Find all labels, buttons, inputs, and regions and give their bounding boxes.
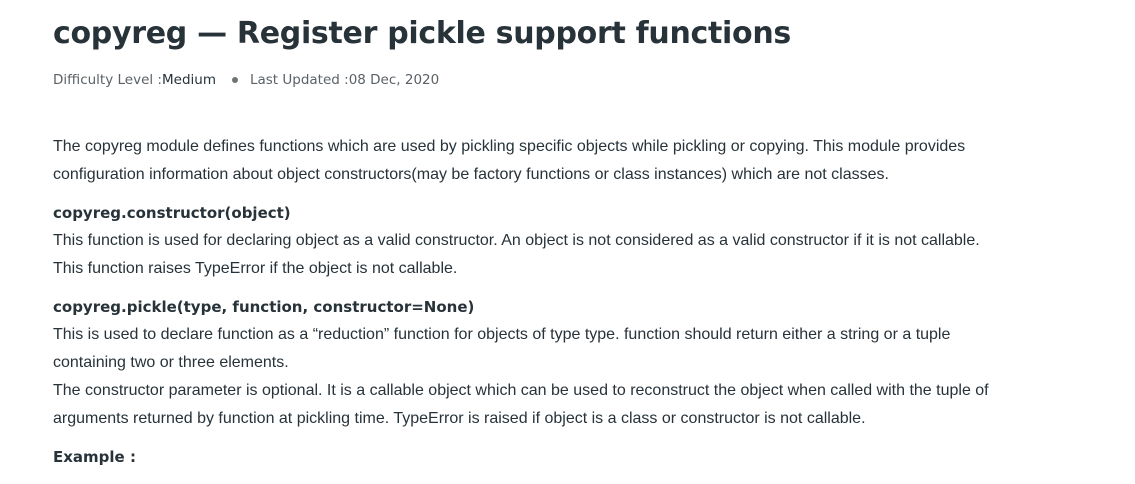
article-content: The copyreg module defines functions whi… bbox=[53, 133, 1093, 471]
pickle-desc-line-2: containing two or three elements. bbox=[53, 354, 289, 371]
constructor-desc-line-1: This function is used for declaring obje… bbox=[53, 232, 980, 249]
updated-value: 08 Dec, 2020 bbox=[348, 72, 440, 88]
pickle-signature: copyreg.pickle(type, function, construct… bbox=[53, 298, 475, 316]
difficulty-label: Difficulty Level : bbox=[53, 72, 162, 88]
pickle-desc-line-4: arguments returned by function at pickli… bbox=[53, 410, 866, 427]
separator-dot-icon bbox=[231, 77, 238, 83]
page-title: copyreg — Register pickle support functi… bbox=[53, 16, 791, 51]
constructor-desc-line-2: This function raises TypeError if the ob… bbox=[53, 260, 458, 277]
example-heading: Example : bbox=[53, 448, 136, 466]
pickle-desc-line-1: This is used to declare function as a “r… bbox=[53, 326, 951, 343]
intro-line-1: The copyreg module defines functions whi… bbox=[53, 138, 966, 155]
article-meta: Difficulty Level : Medium Last Updated :… bbox=[53, 72, 439, 88]
difficulty-value[interactable]: Medium bbox=[162, 72, 216, 88]
pickle-desc-line-3: The constructor parameter is optional. I… bbox=[53, 382, 989, 399]
updated-label: Last Updated : bbox=[249, 72, 349, 88]
constructor-signature: copyreg.constructor(object) bbox=[53, 204, 291, 222]
intro-line-2: configuration information about object c… bbox=[53, 166, 889, 183]
